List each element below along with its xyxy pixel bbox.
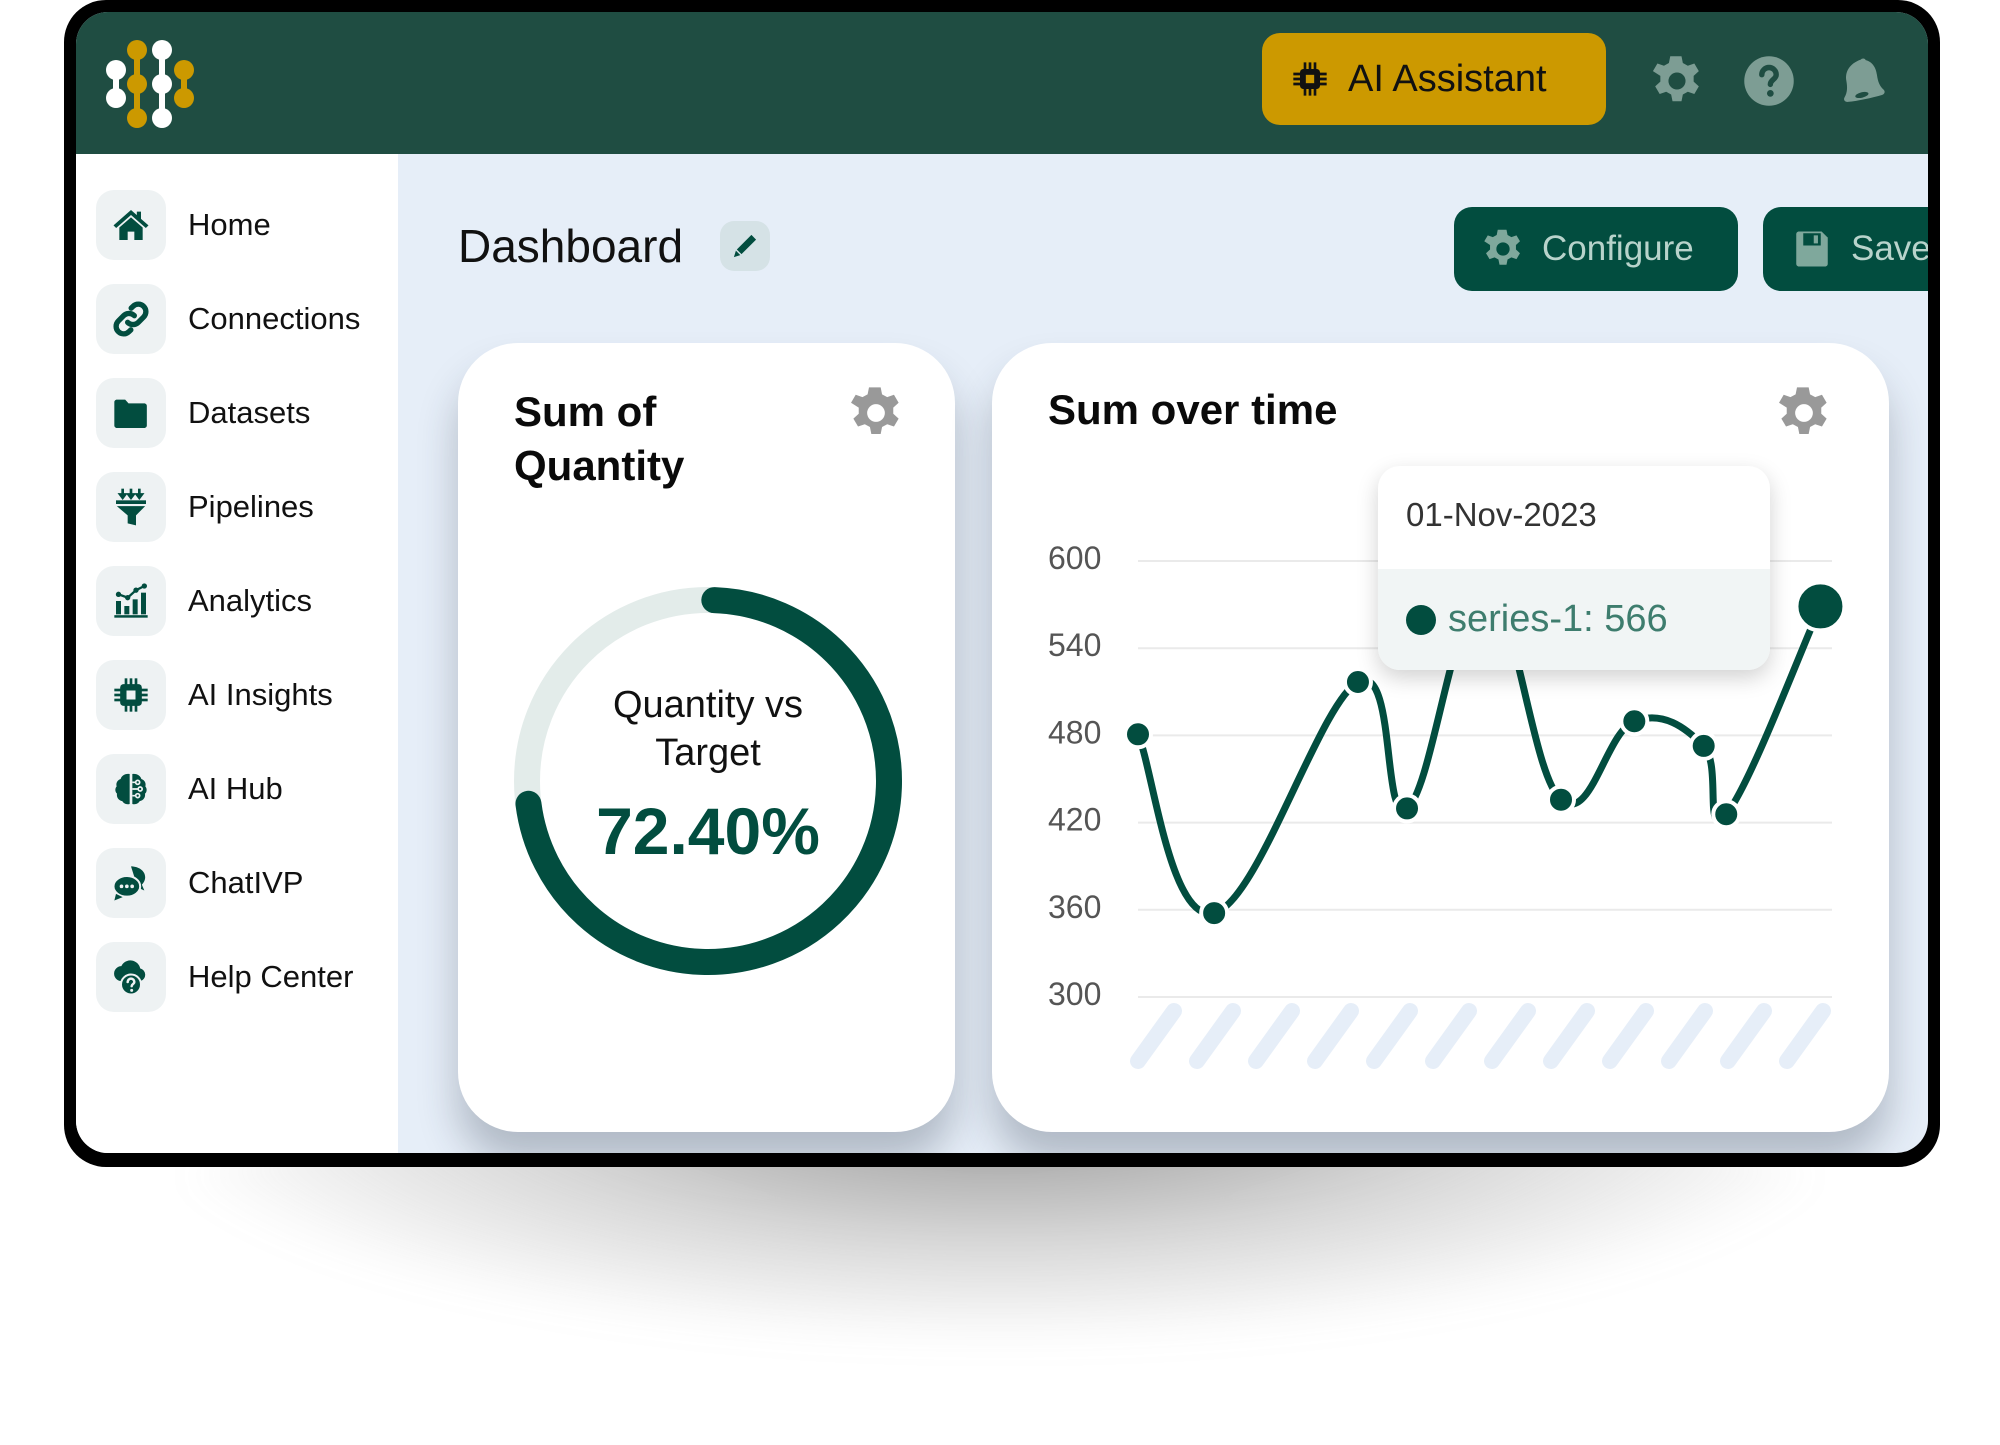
ai-assistant-button[interactable]: AI Assistant bbox=[1262, 33, 1606, 125]
data-point[interactable] bbox=[1392, 793, 1423, 824]
data-point[interactable] bbox=[1711, 799, 1742, 830]
y-tick-label: 300 bbox=[1048, 976, 1101, 1012]
x-axis-placeholder-slash bbox=[1484, 1003, 1536, 1069]
sidebar-item-datasets[interactable]: Datasets bbox=[96, 378, 396, 448]
sidebar-item-chativp[interactable]: ChatIVP bbox=[96, 848, 396, 918]
tooltip-date: 01-Nov-2023 bbox=[1406, 496, 1597, 533]
gauge-svg bbox=[514, 587, 902, 975]
save-label: Save bbox=[1851, 229, 1928, 268]
sum-of-quantity-card: Sum of Quantity Quantity vs Target 72.40… bbox=[458, 343, 955, 1132]
card-title: Sum of Quantity bbox=[514, 388, 685, 489]
highlighted-data-point[interactable] bbox=[1794, 580, 1847, 633]
home-icon bbox=[113, 210, 149, 240]
sidebar-item-home[interactable]: Home bbox=[96, 190, 396, 260]
chat-icon bbox=[112, 866, 146, 901]
chart-tooltip: 01-Nov-2023 series-1: 566 bbox=[1378, 466, 1770, 670]
y-tick-label: 480 bbox=[1048, 714, 1101, 750]
data-point[interactable] bbox=[1123, 719, 1153, 750]
device-frame: AI Assistant Home Connections Datasets P… bbox=[64, 0, 1940, 1167]
x-axis-placeholder-slash bbox=[1366, 1003, 1418, 1069]
main-content: Dashboard Configure Save Sum of Quantity… bbox=[398, 154, 1928, 1153]
series-color-dot bbox=[1406, 604, 1436, 635]
x-axis-placeholder-slash bbox=[1130, 1003, 1182, 1069]
configure-button[interactable]: Configure bbox=[1454, 207, 1738, 291]
x-axis-placeholder-slash bbox=[1779, 1003, 1831, 1069]
y-tick-label: 540 bbox=[1048, 627, 1101, 663]
pencil-icon bbox=[733, 234, 757, 258]
chip-icon bbox=[114, 678, 148, 712]
logo[interactable] bbox=[104, 28, 204, 138]
gauge-label: Quantity vs Target bbox=[612, 684, 804, 774]
bell-icon[interactable] bbox=[1836, 54, 1890, 108]
configure-label: Configure bbox=[1542, 229, 1694, 268]
sidebar-item-help-center[interactable]: Help Center bbox=[96, 942, 396, 1012]
top-bar: AI Assistant bbox=[76, 12, 1928, 154]
y-tick-label: 420 bbox=[1048, 802, 1101, 838]
sidebar-item-ai-hub[interactable]: AI Hub bbox=[96, 754, 396, 824]
settings-gear-icon[interactable] bbox=[1650, 54, 1704, 108]
data-point[interactable] bbox=[1342, 666, 1373, 697]
gauge: Quantity vs Target 72.40% bbox=[508, 581, 908, 981]
x-axis-placeholder-slash bbox=[1720, 1003, 1772, 1069]
link-icon bbox=[113, 301, 149, 337]
sidebar-item-ai-insights[interactable]: AI Insights bbox=[96, 660, 396, 730]
chart-icon bbox=[114, 583, 148, 618]
x-axis-placeholder-slash bbox=[1248, 1003, 1300, 1069]
gear-icon bbox=[1484, 229, 1520, 265]
x-axis-placeholder bbox=[1130, 1003, 1831, 1069]
line-chart: 600 540 480 420 360 300 bbox=[1048, 540, 1847, 1069]
x-axis-placeholder-slash bbox=[1307, 1003, 1359, 1069]
data-point[interactable] bbox=[1619, 706, 1650, 737]
card-settings-gear-icon[interactable] bbox=[1776, 385, 1832, 441]
data-point[interactable] bbox=[1199, 898, 1230, 929]
logo-white-strand-1 bbox=[106, 60, 126, 108]
y-axis-ticks: 600 540 480 420 360 300 bbox=[1048, 540, 1101, 1012]
tooltip-series-row: series-1: 566 bbox=[1378, 569, 1770, 670]
cloud-help-icon bbox=[114, 960, 146, 996]
save-button[interactable]: Save bbox=[1763, 207, 1928, 291]
tooltip-value: series-1: 566 bbox=[1448, 598, 1668, 640]
y-tick-label: 600 bbox=[1048, 540, 1101, 576]
y-tick-label: 360 bbox=[1048, 889, 1101, 925]
sidebar: Home Connections Datasets Pipelines Anal… bbox=[76, 154, 398, 1153]
sum-over-time-card: 600 540 480 420 360 300 Sum over time 01-Nov-… bbox=[992, 343, 1889, 1132]
ai-assistant-label: AI Assistant bbox=[1348, 57, 1547, 100]
x-axis-placeholder-slash bbox=[1543, 1003, 1595, 1069]
data-point[interactable] bbox=[1688, 730, 1719, 761]
sidebar-item-connections[interactable]: Connections bbox=[96, 284, 396, 354]
funnel-icon bbox=[116, 488, 146, 526]
chip-icon bbox=[1293, 62, 1327, 96]
data-point[interactable] bbox=[1546, 784, 1576, 815]
sidebar-item-pipelines[interactable]: Pipelines bbox=[96, 472, 396, 542]
x-axis-placeholder-slash bbox=[1425, 1003, 1477, 1069]
card-title: Sum over time bbox=[1048, 386, 1338, 433]
app-screen: AI Assistant Home Connections Datasets P… bbox=[76, 12, 1928, 1153]
help-icon[interactable] bbox=[1742, 54, 1796, 108]
card-settings-gear-icon[interactable] bbox=[848, 385, 904, 441]
x-axis-placeholder-slash bbox=[1602, 1003, 1654, 1069]
sidebar-item-analytics[interactable]: Analytics bbox=[96, 566, 396, 636]
gauge-value: 72.40% bbox=[596, 794, 820, 868]
page-title: Dashboard bbox=[458, 220, 684, 272]
x-axis-placeholder-slash bbox=[1189, 1003, 1241, 1069]
folder-icon bbox=[114, 399, 147, 428]
brain-icon bbox=[115, 773, 147, 805]
floppy-disk-icon bbox=[1796, 231, 1828, 267]
edit-title-button[interactable] bbox=[720, 221, 770, 271]
x-axis-placeholder-slash bbox=[1661, 1003, 1713, 1069]
